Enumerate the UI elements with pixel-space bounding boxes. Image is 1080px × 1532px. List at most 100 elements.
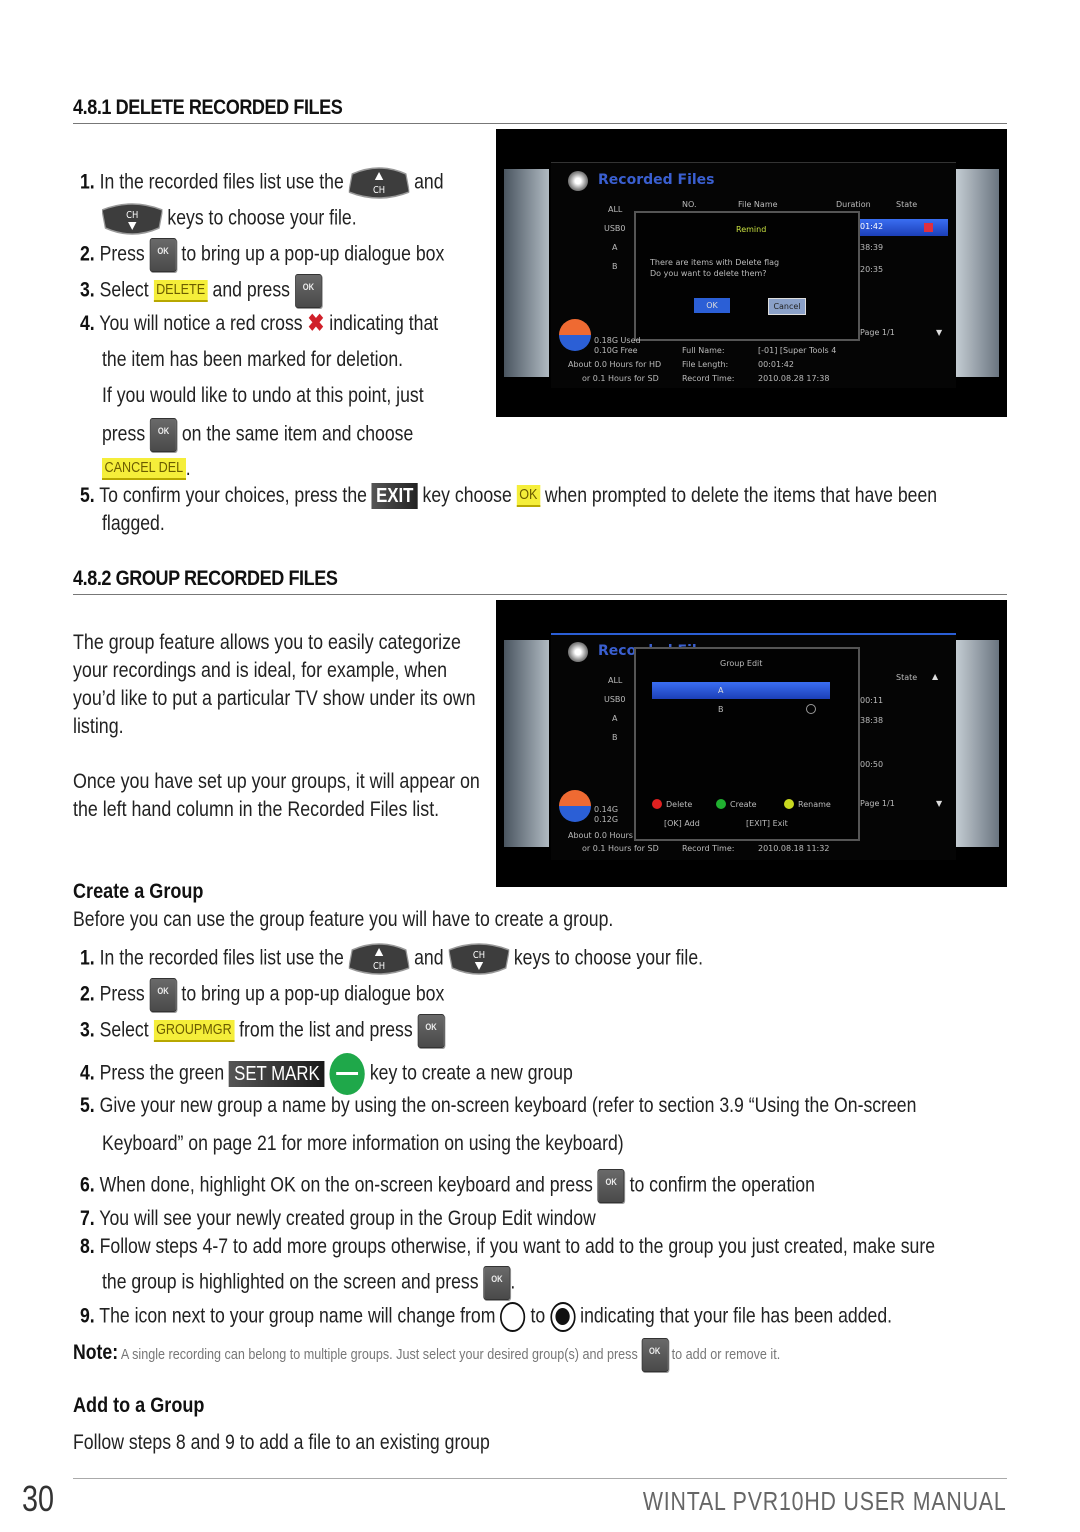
create-step-4: 4. Press the green SET MARK key to creat… xyxy=(80,1053,573,1095)
green-key-icon xyxy=(329,1053,365,1095)
step-text: You will see your newly created group in… xyxy=(99,1207,596,1230)
step-number: 2. xyxy=(80,242,95,266)
screen-title: Recorded Files xyxy=(598,172,715,188)
svg-text:CH: CH xyxy=(126,209,138,221)
filled-circle-icon xyxy=(550,1302,576,1332)
create-step-9: 9. The icon next to your group name will… xyxy=(80,1302,892,1332)
col-state: State xyxy=(896,200,918,209)
step-text: When done, highlight OK on the on-screen… xyxy=(99,1173,593,1197)
delete-step-4-line4: press OK on the same item and choose xyxy=(102,418,413,452)
step-number: 5. xyxy=(80,1094,95,1117)
delete-step-3: 3. Select DELETE and press OK xyxy=(80,274,322,308)
delete-step-5: 5. To confirm your choices, press the EX… xyxy=(80,482,937,510)
ok-key-icon: OK xyxy=(294,274,322,308)
label: Full Name: xyxy=(682,346,725,355)
label: Record Time: xyxy=(682,374,735,383)
group-all: ALL xyxy=(608,676,623,685)
step-text: from the list and press xyxy=(239,1018,413,1042)
step-text: key choose xyxy=(422,484,512,507)
selected-group-row[interactable] xyxy=(652,682,830,699)
group-b: B xyxy=(612,733,618,742)
recorded-files-delete-screenshot: Recorded Files ALL USB0 A B NO. File Nam… xyxy=(496,129,1007,417)
create-group-heading: Create a Group xyxy=(73,880,204,903)
delete-step-4-line2: the item has been marked for deletion. xyxy=(102,348,404,371)
duration: 00:11 xyxy=(860,696,884,705)
step-text: . xyxy=(185,457,191,480)
storage-free: 0.12G xyxy=(594,815,619,824)
step-text: press xyxy=(102,422,146,446)
step-text: to bring up a pop-up dialogue box xyxy=(181,242,445,266)
step-text: Give your new group a name by using the … xyxy=(99,1094,917,1117)
group-usb0: USB0 xyxy=(604,224,626,233)
step-number: 2. xyxy=(80,982,95,1006)
page-indicator: Page 1/1 xyxy=(860,328,895,337)
duration: 38:38 xyxy=(860,716,884,725)
file-length: 00:01:42 xyxy=(758,360,794,369)
cancel-del-highlight: CANCEL DEL xyxy=(102,458,186,481)
record-time: 2010.08.18 11:32 xyxy=(758,844,830,853)
ok-key-icon: OK xyxy=(150,418,177,452)
dialog-cancel-button[interactable]: Cancel xyxy=(768,298,806,315)
delete-flag-icon xyxy=(924,223,933,232)
duration: 01:42 xyxy=(860,222,884,231)
step-text: keys to choose your file. xyxy=(167,206,357,230)
note-label: Note: xyxy=(73,1340,119,1364)
create-step-5-cont: Keyboard” on page 21 for more informatio… xyxy=(102,1132,624,1155)
step-number: 1. xyxy=(80,170,95,194)
step-number: 8. xyxy=(80,1235,95,1258)
note-text: A single recording can belong to multipl… xyxy=(120,1345,638,1363)
ch-down-key-icon: CH xyxy=(448,943,509,975)
step-text: . xyxy=(510,1270,516,1294)
unselected-circle-icon xyxy=(806,704,816,714)
note: Note: A single recording can belong to m… xyxy=(73,1338,780,1372)
step-text: In the recorded files list use the xyxy=(99,170,344,194)
dialog-ok-button[interactable]: OK xyxy=(694,298,730,313)
ok-hint: [OK] Add xyxy=(664,819,700,828)
scroll-down-icon: ▼ xyxy=(936,328,943,337)
ok-key-icon: OK xyxy=(149,238,177,272)
step-text: and xyxy=(414,946,444,970)
col-filename: File Name xyxy=(738,200,778,209)
group-edit-screenshot: Recorded Files ALL USB0 A B State ▲ 00:1… xyxy=(496,600,1007,887)
step-text: key to create a new group xyxy=(369,1061,573,1085)
step-number: 3. xyxy=(80,278,95,302)
exit-key-icon: EXIT xyxy=(371,483,418,510)
ch-down-key-icon: CH xyxy=(102,203,163,235)
create-step-2: 2. Press OK to bring up a pop-up dialogu… xyxy=(80,978,444,1012)
create-step-8-cont: the group is highlighted on the screen a… xyxy=(102,1266,515,1300)
section-heading-delete: 4.8.1 DELETE RECORDED FILES xyxy=(73,96,343,119)
storage-used: 0.18G Used xyxy=(594,336,641,345)
full-name: [-01] [Super Tools 4 xyxy=(758,346,837,355)
group-item-b[interactable]: B xyxy=(718,705,724,714)
add-group-heading: Add to a Group xyxy=(73,1394,205,1417)
storage-free: 0.10G Free xyxy=(594,346,638,355)
delete-option-highlight: DELETE xyxy=(153,280,208,302)
group-a: A xyxy=(612,243,618,252)
step-text: and press xyxy=(212,278,291,302)
svg-text:CH: CH xyxy=(373,960,385,972)
section-heading-group: 4.8.2 GROUP RECORDED FILES xyxy=(73,567,338,590)
step-text: and xyxy=(414,170,444,194)
group-edit-dialog: Group Edit A B Delete Create Rename [OK]… xyxy=(634,647,860,841)
step-number: 4. xyxy=(80,312,95,335)
svg-text:CH: CH xyxy=(473,949,485,961)
page-number: 30 xyxy=(22,1478,55,1519)
step-text: The icon next to your group name will ch… xyxy=(99,1304,496,1328)
dialog-title: Group Edit xyxy=(720,659,763,668)
dialog-title: Remind xyxy=(736,225,767,234)
step-number: 7. xyxy=(80,1207,95,1230)
hours-sd: or 0.1 Hours for SD xyxy=(582,374,659,383)
step-number: 3. xyxy=(80,1018,95,1042)
remind-dialog: Remind There are items with Delete flag … xyxy=(634,211,860,341)
manual-title: WINTAL PVR10HD USER MANUAL xyxy=(643,1486,1007,1516)
hours-hd: About 0.0 Hours for HD xyxy=(568,360,662,369)
create-step-3: 3. Select GROUPMGR from the list and pre… xyxy=(80,1014,445,1048)
step-text: Press xyxy=(99,242,145,266)
ch-up-key-icon: CH xyxy=(348,167,410,199)
group-intro-2: Once you have set up your groups, it wil… xyxy=(73,770,480,821)
step-text: Select xyxy=(99,1018,149,1042)
step-text: on the same item and choose xyxy=(181,422,414,446)
delete-step-4: 4. You will notice a red cross ✖ indicat… xyxy=(80,310,438,338)
dialog-message: Do you want to delete them? xyxy=(650,269,767,278)
step-text: Follow steps 4-7 to add more groups othe… xyxy=(99,1235,936,1258)
